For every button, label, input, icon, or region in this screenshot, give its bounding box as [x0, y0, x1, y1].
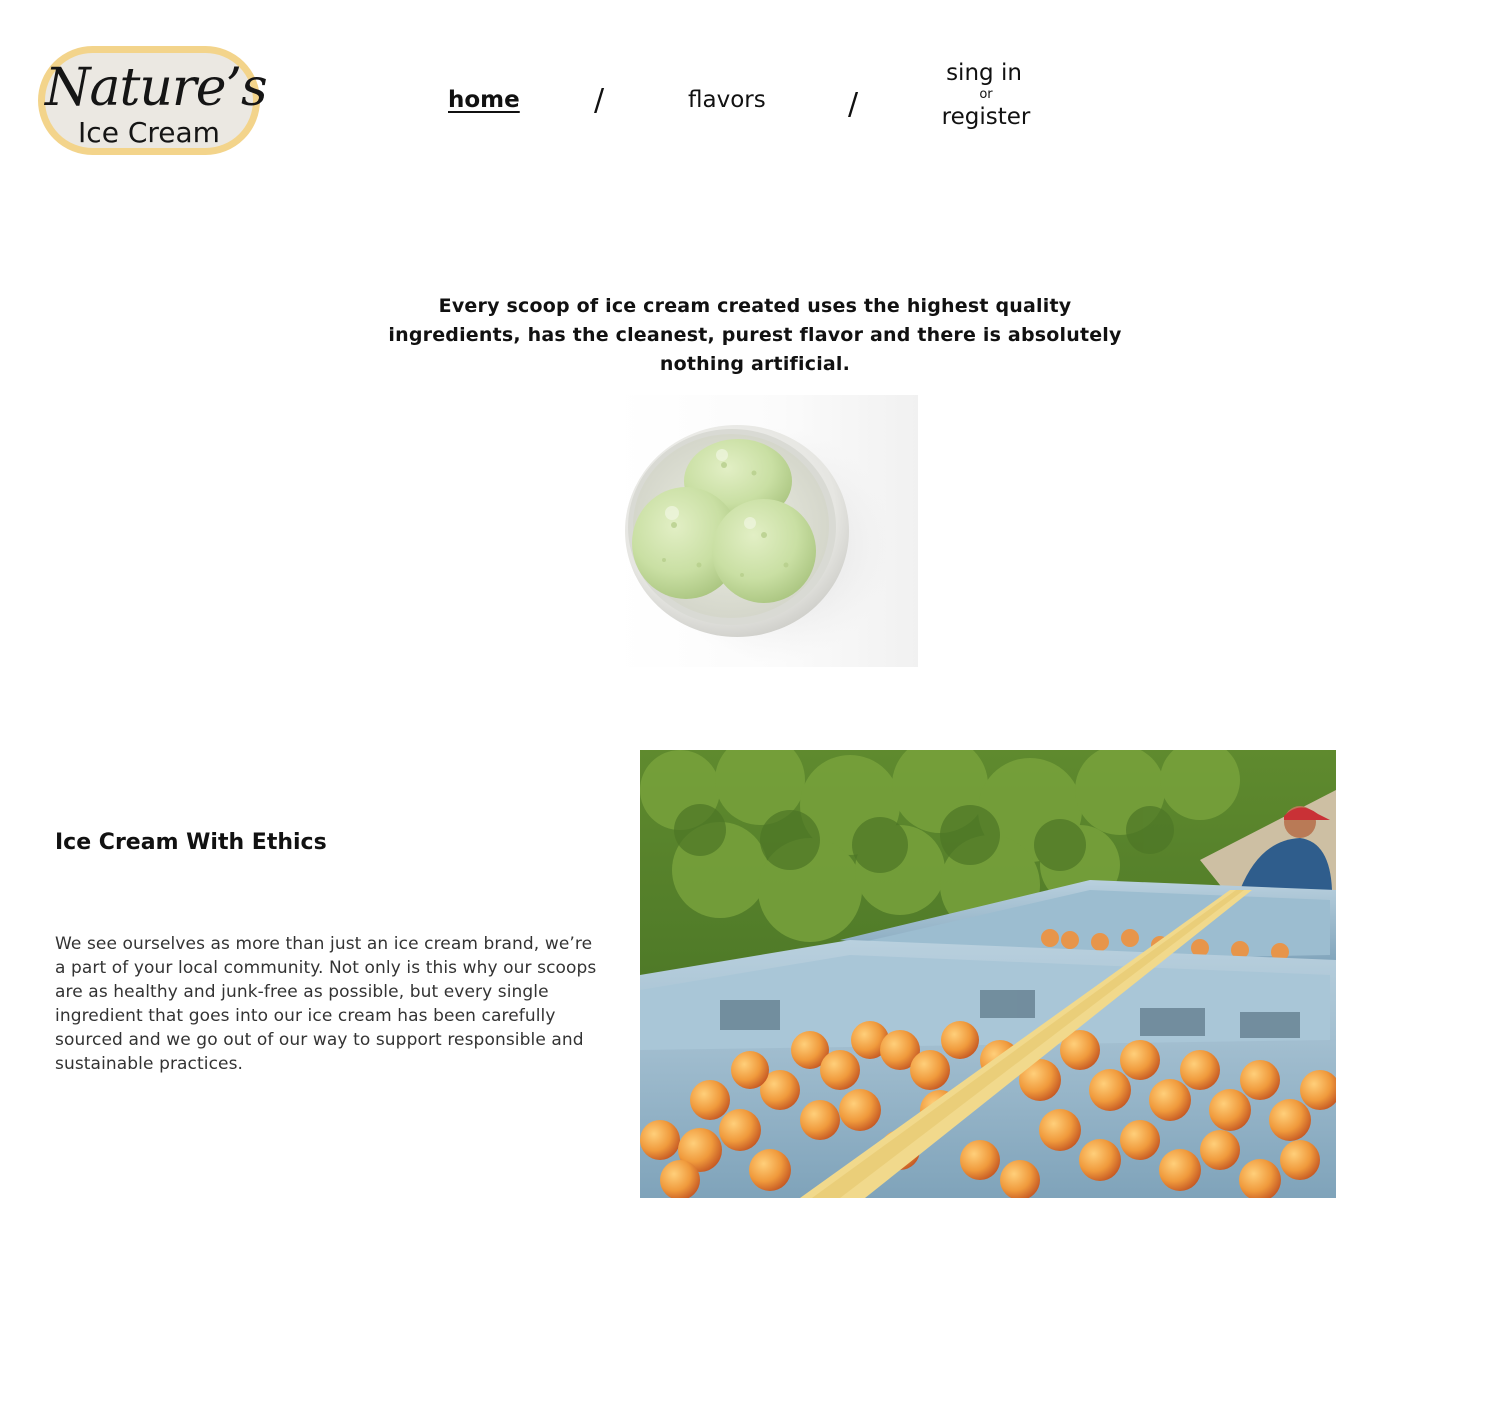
- nav-flavors-link[interactable]: flavors: [688, 86, 766, 114]
- sign-in-link[interactable]: sing in: [926, 58, 1042, 88]
- logo-script-text: Nature’s: [45, 58, 268, 118]
- logo-subtitle: Ice Cream: [78, 116, 220, 149]
- nav-home-link[interactable]: home: [448, 86, 520, 114]
- auth-or-text: or: [979, 87, 993, 102]
- ethics-paragraph: We see ourselves as more than just an ic…: [55, 934, 597, 1074]
- ice-cream-bowl-image: [614, 395, 918, 667]
- auth-links: sing in or register: [930, 58, 1042, 132]
- hero-tagline: Every scoop of ice cream created uses th…: [388, 295, 1122, 375]
- brand-logo[interactable]: Nature’s Ice Cream: [38, 46, 268, 155]
- ethics-heading: Ice Cream With Ethics: [55, 830, 327, 855]
- apricot-harvest-image: [640, 750, 1336, 1198]
- ice-cream-bowl-illustration: [625, 425, 892, 663]
- nav-separator: /: [848, 87, 859, 122]
- register-link[interactable]: register: [930, 102, 1042, 132]
- apricot-harvest-illustration: [640, 750, 1336, 1198]
- nav-separator: /: [594, 83, 605, 118]
